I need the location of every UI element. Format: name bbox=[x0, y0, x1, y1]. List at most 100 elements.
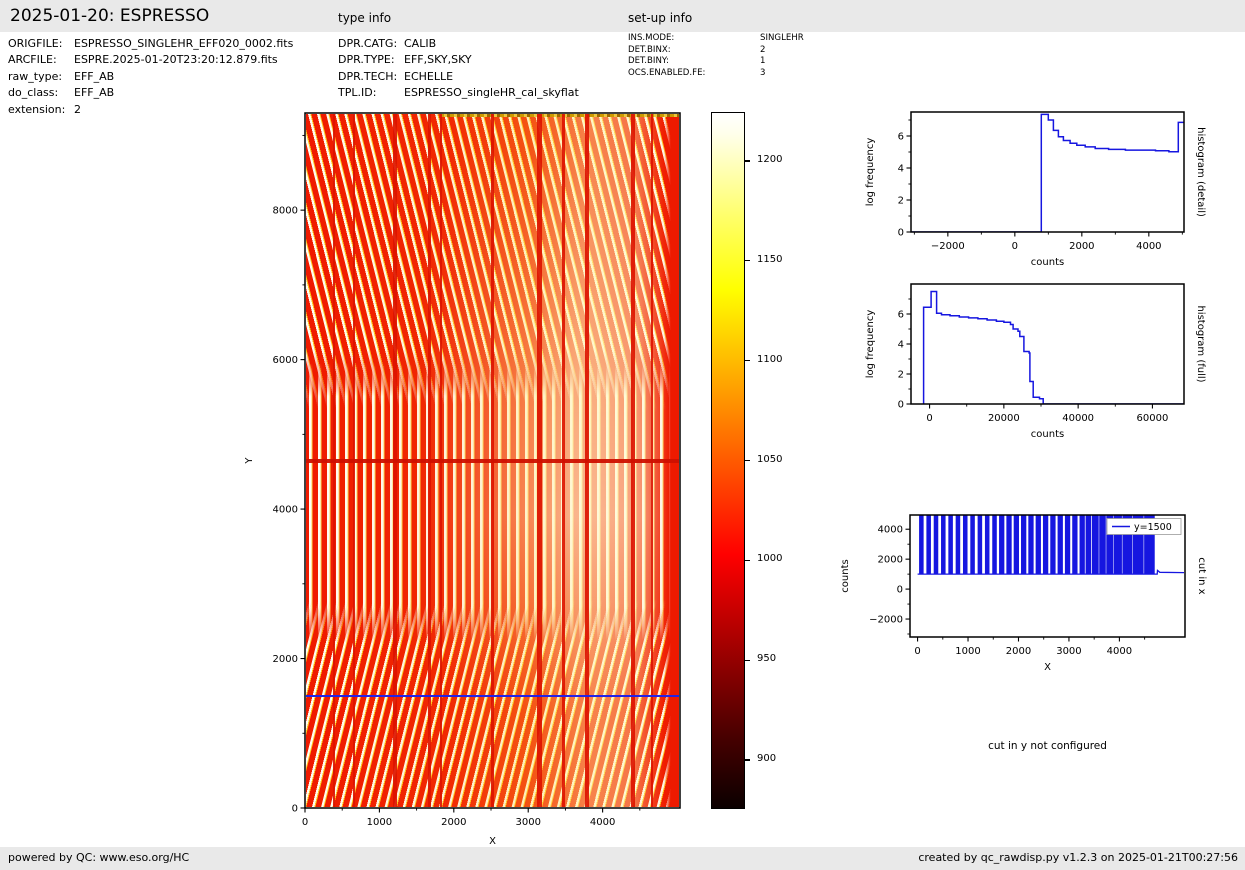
info-row: ORIGFILE: ESPRESSO_SINGLEHR_EFF020_0002.f… bbox=[8, 36, 293, 52]
info-row: extension: 2 bbox=[8, 102, 293, 118]
info-row: DPR.CATG: CALIB bbox=[338, 36, 579, 52]
cut_x-bar bbox=[1079, 515, 1085, 575]
main-ytick-label: 8000 bbox=[273, 206, 298, 217]
cut_x-xtick-label: 1000 bbox=[955, 646, 980, 657]
info-value: 3 bbox=[760, 68, 766, 79]
dark-row bbox=[306, 458, 679, 463]
info-row: TPL.ID: ESPRESSO_singleHR_cal_skyflat bbox=[338, 85, 579, 101]
info-value: ESPRE.2025-01-20T23:20:12.879.fits bbox=[74, 53, 278, 67]
hist_full-series-line bbox=[922, 290, 1184, 404]
main-ytick-label: 2000 bbox=[273, 654, 298, 665]
info-row: INS.MODE: SINGLEHR bbox=[628, 33, 804, 45]
info-row: do_class: EFF_AB bbox=[8, 85, 293, 101]
setup-info-block: INS.MODE: SINGLEHR DET.BINX: 2 DET.BINY: 1 OCS… bbox=[628, 33, 804, 80]
colorbar-tick-label: 950 bbox=[757, 653, 777, 665]
colorbar-tick bbox=[744, 260, 750, 262]
hist_detail-spines bbox=[910, 111, 1185, 233]
hist_detail-series-line bbox=[911, 113, 1184, 232]
main-xtick-label: 2000 bbox=[441, 817, 466, 828]
hist_full-xlabel: counts bbox=[1031, 429, 1064, 440]
info-label: DPR.CATG: bbox=[338, 37, 398, 50]
info-label: extension: bbox=[8, 102, 66, 116]
hist_full-spines bbox=[910, 283, 1185, 405]
info-value: ECHELLE bbox=[404, 69, 454, 83]
cut_x-bar bbox=[977, 515, 983, 575]
info-label: OCS.ENABLED.FE: bbox=[628, 68, 706, 79]
file-info-block: ORIGFILE: ESPRESSO_SINGLEHR_EFF020_0002.f… bbox=[8, 36, 293, 118]
cut_x-ytick-label: 4000 bbox=[878, 525, 903, 536]
info-value: EFF,SKY,SKY bbox=[404, 53, 472, 67]
info-value: ESPRESSO_SINGLEHR_EFF020_0002.fits bbox=[74, 37, 294, 50]
cut_x-bar bbox=[1006, 515, 1012, 575]
cut_x-bar bbox=[926, 515, 931, 575]
cut_x-ylabel: counts bbox=[840, 559, 851, 592]
cut_x-bar bbox=[1091, 515, 1099, 575]
cut_x-bar bbox=[1042, 515, 1049, 575]
hist_full-xtick-label: 20000 bbox=[988, 413, 1020, 424]
qc-report-page: 2025-01-20: ESPRESSO type info set-up in… bbox=[0, 0, 1245, 870]
type-info-block: DPR.CATG: CALIB DPR.TYPE: EFF,SKY,SKY DPR.TE… bbox=[338, 36, 579, 102]
cut_x-spines bbox=[909, 514, 1186, 638]
page-title: 2025-01-20: ESPRESSO bbox=[10, 6, 210, 26]
info-row: DET.BINX: 2 bbox=[628, 45, 804, 57]
cut_x-bar bbox=[1099, 515, 1106, 575]
info-value: 2 bbox=[74, 102, 81, 116]
cut_x-bar bbox=[1035, 515, 1041, 575]
cut_x-chart: 0 1000 2000 3000 4000 −2000 0 2000 4000 Xcounts cu… bbox=[840, 514, 1207, 673]
main-ylabel: Y bbox=[244, 457, 255, 465]
hist_detail-ytick-label: 6 bbox=[898, 132, 904, 143]
info-label: ORIGFILE: bbox=[8, 37, 63, 50]
hist_full-xtick-label: 60000 bbox=[1137, 413, 1169, 424]
cut_x-bar bbox=[933, 515, 939, 575]
info-row: raw_type: EFF_AB bbox=[8, 69, 293, 85]
info-row: OCS.ENABLED.FE: 3 bbox=[628, 68, 804, 80]
colorbar-tick bbox=[744, 559, 750, 562]
hist_full-ytick-label: 6 bbox=[898, 310, 904, 321]
main-ytick-label: 4000 bbox=[273, 505, 298, 516]
footer-created-by: created by qc_rawdisp.py v1.2.3 on 2025-… bbox=[918, 851, 1238, 864]
cut_x-bar bbox=[1085, 515, 1092, 575]
cut_x-bar bbox=[1064, 515, 1071, 575]
hist_detail-xtick-label: −2000 bbox=[931, 241, 965, 252]
info-label: TPL.ID: bbox=[338, 86, 377, 100]
setup-info-title: set-up info bbox=[628, 11, 693, 25]
cut_x-bar bbox=[992, 515, 997, 575]
info-label: DPR.TECH: bbox=[338, 69, 398, 83]
hist_detail-ytick-label: 4 bbox=[898, 164, 904, 175]
hist_full-ytick-label: 2 bbox=[898, 370, 904, 381]
colorbar-tick bbox=[744, 360, 750, 362]
cut_x-bar bbox=[970, 515, 975, 575]
main-ytick-label: 6000 bbox=[273, 355, 298, 366]
cut_x-bar bbox=[1013, 515, 1019, 575]
cut_x-bar bbox=[1122, 515, 1133, 575]
cut_x-bar bbox=[1113, 515, 1122, 575]
hist_detail-xtick-label: 4000 bbox=[1136, 241, 1161, 252]
hist_detail-xtick-label: 0 bbox=[1012, 241, 1018, 252]
info-value: CALIB bbox=[404, 37, 437, 50]
info-label: DET.BINY: bbox=[628, 56, 669, 67]
info-value: SINGLEHR bbox=[760, 33, 804, 43]
colorbar-tick-label: 1000 bbox=[757, 553, 783, 565]
hist_full-xtick-label: 40000 bbox=[1062, 413, 1094, 424]
cut_x-bar bbox=[1132, 515, 1144, 575]
info-value: EFF_AB bbox=[74, 86, 115, 100]
hist_detail-ylabel: log frequency bbox=[865, 138, 876, 207]
cut_x-right-label: cut in x bbox=[1196, 557, 1207, 594]
cut_x-bar bbox=[1106, 515, 1114, 575]
info-label: do_class: bbox=[8, 86, 59, 100]
cut_x-bar bbox=[919, 515, 924, 575]
cut_x-ytick-label: −2000 bbox=[869, 615, 903, 626]
hist_detail-ytick-label: 2 bbox=[898, 196, 904, 207]
echelle-raw-image bbox=[306, 114, 679, 807]
colorbar-tick bbox=[744, 459, 750, 462]
info-value: 2 bbox=[760, 44, 766, 55]
cut_x-bar bbox=[962, 515, 968, 575]
hist_detail-ytick-label: 0 bbox=[898, 228, 904, 239]
cut_x-bar bbox=[1144, 515, 1155, 575]
hist_detail-xtick-label: 2000 bbox=[1069, 241, 1094, 252]
cut_x-bar bbox=[999, 515, 1005, 575]
colorbar bbox=[711, 112, 745, 809]
cut_x-bar bbox=[1021, 515, 1027, 575]
colorbar-tick-label: 1200 bbox=[757, 153, 783, 165]
cut_x-ytick-label: 0 bbox=[897, 585, 903, 596]
